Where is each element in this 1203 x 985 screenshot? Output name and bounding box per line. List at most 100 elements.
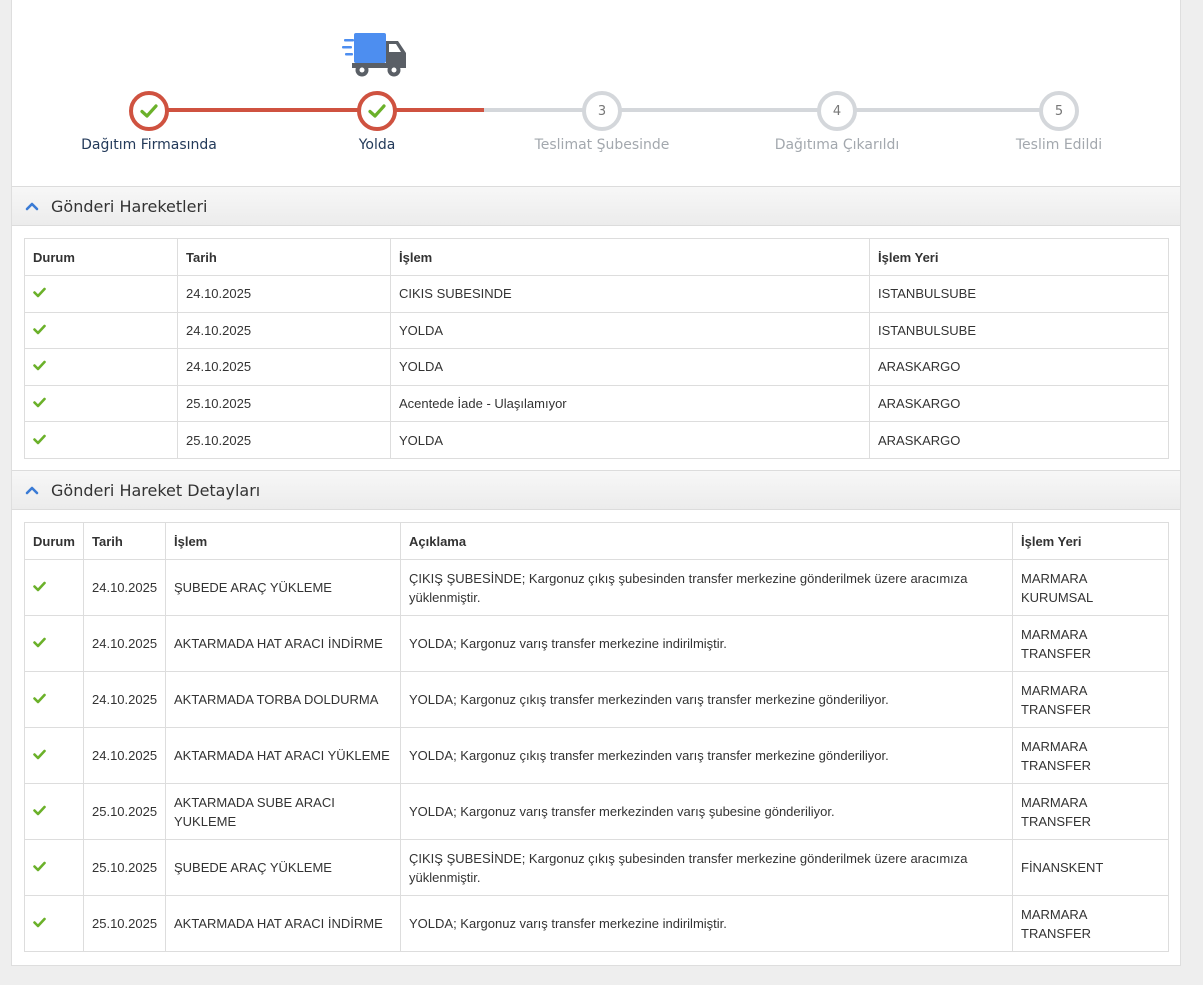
step-label-5: Teslim Edildi	[1015, 137, 1103, 153]
progress-line-pending	[484, 108, 1060, 112]
column-header-status: Durum	[24, 238, 178, 276]
table-row: 24.10.2025 YOLDA ARASKARGO	[24, 348, 1169, 386]
table-row: 24.10.2025 AKTARMADA HAT ARACI YÜKLEME Y…	[24, 727, 1169, 784]
table-row: 25.10.2025 AKTARMADA HAT ARACI İNDİRME Y…	[24, 895, 1169, 952]
date-cell: 25.10.2025	[83, 895, 166, 952]
place-cell: MARMARA TRANSFER	[1012, 783, 1169, 840]
action-cell: AKTARMADA HAT ARACI YÜKLEME	[165, 727, 401, 784]
step-circle-3: 3	[582, 91, 622, 131]
column-header-description: Açıklama	[400, 522, 1013, 560]
description-cell: YOLDA; Kargonuz çıkış transfer merkezind…	[400, 727, 1013, 784]
step-circle-5: 5	[1039, 91, 1079, 131]
action-cell: CIKIS SUBESINDE	[390, 275, 870, 313]
step-circle-2	[357, 91, 397, 131]
action-cell: AKTARMADA HAT ARACI İNDİRME	[165, 895, 401, 952]
description-cell: YOLDA; Kargonuz çıkış transfer merkezind…	[400, 671, 1013, 728]
place-cell: MARMARA TRANSFER	[1012, 895, 1169, 952]
column-header-status: Durum	[24, 522, 84, 560]
status-cell	[24, 421, 178, 459]
check-icon	[33, 361, 46, 371]
action-cell: YOLDA	[390, 348, 870, 386]
place-cell: ISTANBULSUBE	[869, 275, 1169, 313]
truck-icon	[342, 33, 406, 77]
movements-table: Durum Tarih İşlem İşlem Yeri 24.10.2025 …	[24, 238, 1169, 459]
check-icon	[33, 917, 46, 928]
status-cell	[24, 559, 84, 616]
check-icon	[33, 637, 46, 648]
action-cell: AKTARMADA SUBE ARACI YUKLEME	[165, 783, 401, 840]
description-cell: YOLDA; Kargonuz varış transfer merkezine…	[400, 895, 1013, 952]
table-row: 24.10.2025 YOLDA ISTANBULSUBE	[24, 311, 1169, 350]
table-row: 24.10.2025 CIKIS SUBESINDE ISTANBULSUBE	[24, 275, 1169, 313]
place-cell: MARMARA TRANSFER	[1012, 671, 1169, 728]
column-header-date: Tarih	[177, 238, 391, 276]
table-row: 25.10.2025 AKTARMADA SUBE ARACI YUKLEME …	[24, 783, 1169, 840]
table-row: 25.10.2025 Acentede İade - Ulaşılamıyor …	[24, 384, 1169, 423]
details-section-header[interactable]: Gönderi Hareket Detayları	[12, 470, 1180, 510]
date-cell: 24.10.2025	[83, 615, 166, 672]
check-icon	[33, 287, 46, 298]
check-icon	[368, 104, 386, 118]
table-header-row: Durum Tarih İşlem Açıklama İşlem Yeri	[24, 522, 1169, 560]
movements-section-title: Gönderi Hareketleri	[51, 196, 208, 216]
movements-section-header[interactable]: Gönderi Hareketleri	[12, 186, 1180, 226]
place-cell: ARASKARGO	[869, 384, 1169, 423]
place-cell: ISTANBULSUBE	[869, 311, 1169, 350]
action-cell: Acentede İade - Ulaşılamıyor	[390, 384, 870, 423]
place-cell: FİNANSKENT	[1012, 839, 1169, 896]
description-cell: ÇIKIŞ ŞUBESİNDE; Kargonuz çıkış şubesind…	[400, 839, 1013, 896]
description-cell: YOLDA; Kargonuz varış transfer merkezind…	[400, 783, 1013, 840]
table-row: 24.10.2025 AKTARMADA TORBA DOLDURMA YOLD…	[24, 671, 1169, 728]
date-cell: 25.10.2025	[83, 839, 166, 896]
table-row: 25.10.2025 ŞUBEDE ARAÇ YÜKLEME ÇIKIŞ ŞUB…	[24, 839, 1169, 896]
status-cell	[24, 348, 178, 386]
action-cell: AKTARMADA TORBA DOLDURMA	[165, 671, 401, 728]
check-icon	[33, 324, 46, 335]
check-icon	[33, 434, 46, 444]
column-header-date: Tarih	[83, 522, 166, 560]
status-cell	[24, 839, 84, 896]
chevron-up-icon[interactable]	[25, 485, 39, 495]
step-circle-4: 4	[817, 91, 857, 131]
place-cell: MARMARA TRANSFER	[1012, 727, 1169, 784]
status-cell	[24, 783, 84, 840]
table-row: 24.10.2025 ŞUBEDE ARAÇ YÜKLEME ÇIKIŞ ŞUB…	[24, 559, 1169, 616]
check-icon	[33, 861, 46, 872]
description-cell: YOLDA; Kargonuz varış transfer merkezine…	[400, 615, 1013, 672]
status-cell	[24, 311, 178, 350]
step-label-2: Yolda	[358, 137, 396, 153]
status-cell	[24, 384, 178, 423]
step-label-3: Teslimat Şubesinde	[534, 137, 670, 153]
column-header-action: İşlem	[390, 238, 870, 276]
place-cell: MARMARA KURUMSAL	[1012, 559, 1169, 616]
status-cell	[24, 275, 178, 313]
details-section-title: Gönderi Hareket Detayları	[51, 480, 261, 500]
description-cell: ÇIKIŞ ŞUBESİNDE; Kargonuz çıkış şubesind…	[400, 559, 1013, 616]
date-cell: 25.10.2025	[83, 783, 166, 840]
date-cell: 24.10.2025	[177, 275, 391, 313]
check-icon	[33, 693, 46, 704]
check-icon	[33, 397, 46, 408]
table-row: 25.10.2025 YOLDA ARASKARGO	[24, 421, 1169, 459]
tracking-panel: Dağıtım Firmasında Yolda 3 Teslimat Şube…	[11, 0, 1181, 966]
date-cell: 25.10.2025	[177, 384, 391, 423]
check-icon	[140, 104, 158, 118]
action-cell: ŞUBEDE ARAÇ YÜKLEME	[165, 559, 401, 616]
column-header-place: İşlem Yeri	[1012, 522, 1169, 560]
action-cell: ŞUBEDE ARAÇ YÜKLEME	[165, 839, 401, 896]
step-circle-1	[129, 91, 169, 131]
status-cell	[24, 727, 84, 784]
date-cell: 24.10.2025	[177, 311, 391, 350]
progress-line-completed	[150, 108, 484, 112]
step-label-1: Dağıtım Firmasında	[81, 137, 217, 153]
action-cell: YOLDA	[390, 421, 870, 459]
place-cell: MARMARA TRANSFER	[1012, 615, 1169, 672]
date-cell: 24.10.2025	[83, 671, 166, 728]
step-label-4: Dağıtıma Çıkarıldı	[774, 137, 900, 153]
check-icon	[33, 805, 46, 816]
shipment-progress-tracker: Dağıtım Firmasında Yolda 3 Teslimat Şube…	[12, 0, 1182, 185]
check-icon	[33, 581, 46, 592]
date-cell: 24.10.2025	[83, 727, 166, 784]
chevron-up-icon[interactable]	[25, 201, 39, 211]
table-header-row: Durum Tarih İşlem İşlem Yeri	[24, 238, 1169, 276]
